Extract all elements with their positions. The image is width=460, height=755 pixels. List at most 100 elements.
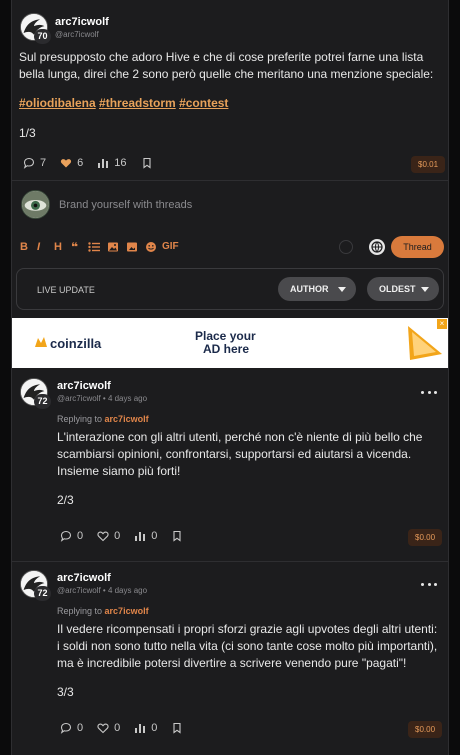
thread-page-indicator: 3/3 xyxy=(57,685,74,699)
sort-label: OLDEST xyxy=(379,284,416,294)
thread-page-indicator: 2/3 xyxy=(57,493,74,507)
reply-stats: 0 0 0 xyxy=(60,722,202,734)
comments-button[interactable]: 0 xyxy=(60,530,83,542)
bold-icon[interactable]: B xyxy=(20,241,37,253)
replying-prefix: Replying to xyxy=(57,414,103,424)
gif-button[interactable]: GIF xyxy=(162,241,179,252)
replying-to-user-link[interactable]: arc7icwolf xyxy=(105,414,149,424)
replying-prefix: Replying to xyxy=(57,606,103,616)
likes-count: 6 xyxy=(77,157,84,169)
ad-brand: coinzilla xyxy=(50,336,102,351)
views-stat: 16 xyxy=(97,157,127,169)
author-name[interactable]: arc7icwolf xyxy=(57,380,111,392)
views-count: 0 xyxy=(151,722,158,734)
timestamp: 4 days ago xyxy=(107,586,148,595)
comments-button[interactable]: 7 xyxy=(23,157,46,169)
comment-icon xyxy=(60,722,72,734)
image-upload-icon[interactable] xyxy=(107,241,126,253)
payout-badge[interactable]: $0.01 xyxy=(411,156,446,173)
quote-icon[interactable]: ❝ xyxy=(71,240,88,254)
bookmark-icon xyxy=(173,722,181,734)
author-handle[interactable]: @arc7icwolf xyxy=(57,394,101,403)
views-count: 0 xyxy=(151,530,158,542)
author-name[interactable]: arc7icwolf xyxy=(57,572,111,584)
bookmark-button[interactable] xyxy=(141,157,158,169)
comment-icon xyxy=(23,157,35,169)
post-body: Sul presupposto che adoro Hive e che di … xyxy=(19,50,434,81)
composer-toolbar: B I H ❝ GIF xyxy=(20,240,179,254)
replying-to: Replying to arc7icwolf xyxy=(57,414,149,424)
author-meta: @arc7icwolf • 4 days ago xyxy=(57,586,148,595)
author-filter-label: AUTHOR xyxy=(290,284,329,294)
globe-button[interactable] xyxy=(369,239,385,255)
ad-close-icon[interactable]: × xyxy=(437,319,447,329)
comment-icon xyxy=(60,530,72,542)
thread-page-indicator: 1/3 xyxy=(19,126,36,140)
hashtag-link[interactable]: #threadstorm xyxy=(99,96,176,110)
author-name[interactable]: arc7icwolf xyxy=(55,16,109,28)
timestamp: 4 days ago xyxy=(107,394,148,403)
payout-badge[interactable]: $0.00 xyxy=(408,721,443,738)
reply-stats: 0 0 0 xyxy=(60,530,202,542)
bookmark-icon xyxy=(142,157,151,169)
reputation-badge: 72 xyxy=(34,586,51,601)
reputation-badge: 72 xyxy=(34,394,51,409)
heart-icon xyxy=(97,531,109,542)
heart-icon xyxy=(97,723,109,734)
bookmark-icon xyxy=(173,530,181,542)
eye-avatar-icon xyxy=(22,191,49,218)
divider xyxy=(11,561,449,562)
views-count: 16 xyxy=(114,157,127,169)
heading-icon[interactable]: H xyxy=(54,241,71,253)
bookmark-button[interactable] xyxy=(171,530,188,542)
like-button[interactable]: 0 xyxy=(97,722,120,734)
comments-button[interactable]: 0 xyxy=(60,722,83,734)
italic-icon[interactable]: I xyxy=(37,241,54,253)
hashtag-list: #oliodibalena #threadstorm #contest xyxy=(19,95,439,112)
payout-badge[interactable]: $0.00 xyxy=(408,529,443,546)
like-button[interactable]: 6 xyxy=(60,157,83,169)
char-count-ring xyxy=(339,240,353,254)
ad-line-1: Place your xyxy=(195,329,256,343)
hashtag-link[interactable]: #oliodibalena xyxy=(19,96,96,110)
more-options-icon[interactable] xyxy=(421,388,437,396)
ad-banner[interactable]: coinzilla Place your AD here × xyxy=(12,318,448,368)
likes-count: 0 xyxy=(114,722,121,734)
bar-chart-icon xyxy=(135,532,146,541)
views-stat: 0 xyxy=(134,722,157,734)
bar-chart-icon xyxy=(98,159,109,168)
live-update-toggle[interactable]: LIVE UPDATE xyxy=(37,285,95,295)
reply-body: Il vedere ricompensati i propri sforzi g… xyxy=(57,622,438,670)
composer-input[interactable]: Brand yourself with threads xyxy=(59,199,192,211)
comments-count: 7 xyxy=(40,157,47,169)
image-link-icon[interactable] xyxy=(126,241,145,253)
divider xyxy=(11,180,449,181)
current-user-avatar[interactable] xyxy=(21,190,50,219)
ad-arrow-graphic xyxy=(406,324,446,362)
post-stats: 7 6 16 xyxy=(23,157,172,169)
globe-icon xyxy=(371,241,383,253)
likes-count: 0 xyxy=(114,530,121,542)
author-handle[interactable]: @arc7icwolf xyxy=(55,30,99,39)
coinzilla-logo-icon xyxy=(34,336,48,350)
ad-line-2: AD here xyxy=(203,342,250,356)
list-icon[interactable] xyxy=(88,241,107,253)
author-meta: @arc7icwolf • 4 days ago xyxy=(57,394,148,403)
like-button[interactable]: 0 xyxy=(97,530,120,542)
bookmark-button[interactable] xyxy=(171,722,188,734)
more-options-icon[interactable] xyxy=(421,580,437,588)
author-handle[interactable]: @arc7icwolf xyxy=(57,586,101,595)
reply-body: L'interazione con gli altri utenti, perc… xyxy=(57,430,423,478)
sort-dropdown[interactable]: OLDEST xyxy=(367,277,439,301)
thread-submit-button[interactable]: Thread xyxy=(391,236,444,258)
heart-filled-icon xyxy=(61,159,72,168)
bar-chart-icon xyxy=(135,724,146,733)
reputation-badge: 70 xyxy=(34,29,51,44)
views-stat: 0 xyxy=(134,530,157,542)
comments-count: 0 xyxy=(77,722,84,734)
author-filter-dropdown[interactable]: AUTHOR xyxy=(278,277,356,301)
emoji-icon[interactable] xyxy=(145,241,162,253)
hashtag-link[interactable]: #contest xyxy=(179,96,228,110)
comments-count: 0 xyxy=(77,530,84,542)
replying-to-user-link[interactable]: arc7icwolf xyxy=(105,606,149,616)
